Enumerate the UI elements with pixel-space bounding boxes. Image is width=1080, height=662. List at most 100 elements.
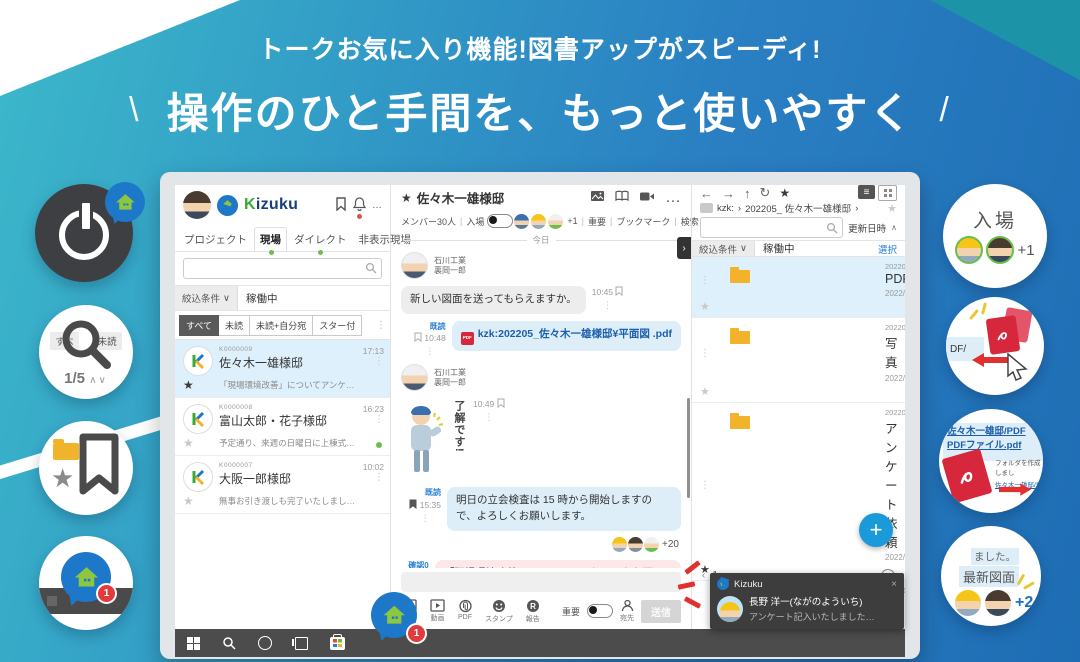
message-bubble-file[interactable]: PDF kzk:202205_佐々木一雄様邸¥平面図 .pdf — [452, 321, 681, 351]
room-list: K0000009 佐々木一雄様邸 17:13 ⋮ ★ 「現場環境改善」についてア… — [175, 340, 390, 629]
file-more-icon[interactable]: ⋮ — [700, 480, 730, 491]
important-text: 「現場環境改善」についてアンケートをお願いします。 — [444, 567, 664, 568]
entry-toggle[interactable] — [487, 214, 513, 228]
close-icon[interactable]: × — [891, 579, 897, 590]
task-view-button[interactable] — [283, 629, 319, 657]
file-star-icon[interactable]: ★ — [700, 385, 730, 398]
video-call-icon[interactable] — [639, 189, 655, 207]
file-item-selected[interactable]: 202205 PDF 2022/05/10 10:08 |コムテックス株式会社 … — [692, 257, 905, 318]
breadcrumb-folder[interactable]: 202205_ 佐々木一雄様邸 — [745, 201, 851, 215]
message-meta: 既読 10:48 ⋮ — [414, 321, 446, 358]
file-item[interactable]: 202205 写真 2022/05/09 17:48 |コムテックス株式会社 ⋮… — [692, 318, 905, 403]
file-tag: 202205 — [885, 323, 901, 332]
recipients-button[interactable]: 宛先 — [620, 599, 634, 623]
tab-direct[interactable]: ダイレクト — [289, 228, 352, 251]
kizuku-taskbar-app[interactable]: 1 — [371, 592, 421, 642]
separator: | — [674, 216, 676, 226]
list-view-button[interactable]: ≡ — [858, 185, 875, 199]
segment-starred[interactable]: スター付 — [313, 315, 362, 336]
windows-start-button[interactable] — [175, 629, 211, 657]
up-icon[interactable]: ↑ — [744, 186, 751, 201]
message-more-icon[interactable]: ⋮ — [603, 299, 612, 312]
sidebar-more-icon[interactable]: … — [372, 200, 382, 211]
sidebar-search-input[interactable] — [183, 258, 382, 279]
bookmark-link[interactable]: ブックマーク — [616, 215, 670, 228]
message-bubble: 新しい図面を送ってもらえますか。 — [401, 286, 586, 314]
pdf-file-icon: PDF — [461, 332, 474, 345]
taskbar-search-button[interactable] — [211, 629, 247, 657]
room-star-icon[interactable]: ★ — [183, 436, 219, 450]
member-avatar — [985, 590, 1011, 616]
sort-direction-icon[interactable]: ∧ — [891, 223, 897, 232]
room-id: K0000007 — [219, 462, 356, 469]
file-link[interactable]: kzk:202205_佐々木一雄様邸¥平面図 .pdf — [478, 328, 672, 340]
drive-icon — [700, 203, 713, 213]
cortana-button[interactable] — [247, 629, 283, 657]
message-meta: 確認0 17:13 ⋮ — [401, 560, 429, 568]
notifications-bell-icon[interactable] — [353, 197, 366, 214]
refresh-icon[interactable]: ↻ — [760, 185, 771, 201]
forward-icon[interactable]: → — [722, 186, 735, 201]
drawing-label: 最新図面 — [959, 566, 1019, 587]
room-star-icon[interactable]: ★ — [183, 378, 219, 392]
send-button[interactable]: 送信 — [641, 600, 681, 623]
report-tool-button[interactable]: R報告 — [526, 599, 540, 624]
file-more-icon[interactable]: ⋮ — [700, 348, 730, 359]
tab-project[interactable]: プロジェクト — [179, 228, 252, 251]
grid-view-button[interactable] — [878, 185, 897, 201]
video-tool-button[interactable]: 動画 — [430, 599, 445, 623]
important-link[interactable]: 重要 — [588, 215, 606, 228]
toast-sender: 長野 洋一(ながのよういち) — [749, 594, 877, 608]
segment-all[interactable]: すべて — [179, 315, 219, 336]
segment-unread[interactable]: 未読 — [219, 315, 250, 336]
room-item[interactable]: K0000008 富山太郎・花子様邸 16:23 ⋮ ★ 予定通り、来週の日曜日… — [175, 398, 390, 456]
room-more-icon[interactable]: ⋮ — [356, 472, 384, 483]
file-item[interactable]: 202205 アンケート依頼 2022/05/08 11:23 ⋮ ★ — [692, 403, 905, 581]
files-search-row: 更新日時 ∧ — [692, 215, 905, 240]
chat-more-icon[interactable]: … — [665, 189, 681, 207]
readers-extra-count[interactable]: +20 — [662, 539, 679, 550]
message-more-icon[interactable]: ⋮ — [484, 411, 493, 424]
filter-condition-button[interactable]: 絞込条件∨ — [175, 286, 238, 310]
chat-star-icon[interactable]: ★ — [401, 191, 412, 205]
room-more-icon[interactable]: ⋮ — [356, 356, 384, 367]
room-more-icon[interactable]: ⋮ — [356, 414, 384, 425]
file-more-icon[interactable]: ⋮ — [700, 275, 730, 286]
member-extra-count[interactable]: +1 — [567, 216, 577, 226]
sort-by-button[interactable]: 更新日時 — [848, 221, 886, 235]
breadcrumb-root[interactable]: kzk: — [717, 203, 734, 214]
files-search-input[interactable] — [700, 217, 843, 238]
notification-toast[interactable]: Kizuku × 長野 洋一(ながのよういち) アンケート記入いたしました。よろ… — [710, 573, 904, 629]
member-count[interactable]: メンバー30人 — [401, 215, 456, 228]
select-button[interactable]: 選択 — [870, 242, 905, 256]
user-avatar[interactable] — [183, 191, 211, 219]
photos-icon[interactable] — [590, 189, 605, 207]
breadcrumb-star-icon[interactable]: ★ — [887, 202, 897, 215]
message-input[interactable] — [401, 572, 681, 592]
room-item-selected[interactable]: K0000009 佐々木一雄様邸 17:13 ⋮ ★ 「現場環境改善」についてア… — [175, 340, 390, 398]
members-extra-count: +2 — [1015, 594, 1033, 612]
important-toggle[interactable] — [587, 604, 613, 618]
stamp-tool-button[interactable]: スタンプ — [485, 599, 513, 624]
chat-scrollbar[interactable] — [687, 398, 690, 498]
tab-genba[interactable]: 現場 — [254, 227, 287, 251]
segment-more-icon[interactable]: ⋮ — [376, 320, 386, 331]
favorite-star-icon[interactable]: ★ — [779, 186, 790, 200]
add-file-button[interactable]: + — [859, 513, 893, 547]
microsoft-store-button[interactable] — [319, 629, 355, 657]
room-item[interactable]: K0000007 大阪一郎様邸 10:02 ⋮ ★ 無事お引き渡しも完了いたしま… — [175, 456, 390, 514]
member-avatar — [955, 236, 983, 264]
room-star-icon[interactable]: ★ — [183, 494, 219, 508]
back-icon[interactable]: ← — [700, 186, 713, 201]
library-icon[interactable] — [615, 189, 629, 207]
file-star-icon[interactable]: ★ — [700, 300, 730, 313]
segment-unread-mine[interactable]: 未読+自分宛 — [250, 315, 313, 336]
bookmark-icon[interactable] — [335, 197, 347, 214]
files-filter-button[interactable]: 絞込条件∨ — [692, 241, 755, 256]
page-prev[interactable]: ‹ — [702, 570, 705, 581]
kizuku-logo-icon — [717, 578, 729, 590]
message-more-icon[interactable]: ⋮ — [425, 345, 434, 358]
message-more-icon[interactable]: ⋮ — [421, 512, 430, 525]
expand-panel-button[interactable]: › — [677, 237, 691, 259]
pdf-attach-button[interactable]: PDF — [458, 599, 472, 621]
